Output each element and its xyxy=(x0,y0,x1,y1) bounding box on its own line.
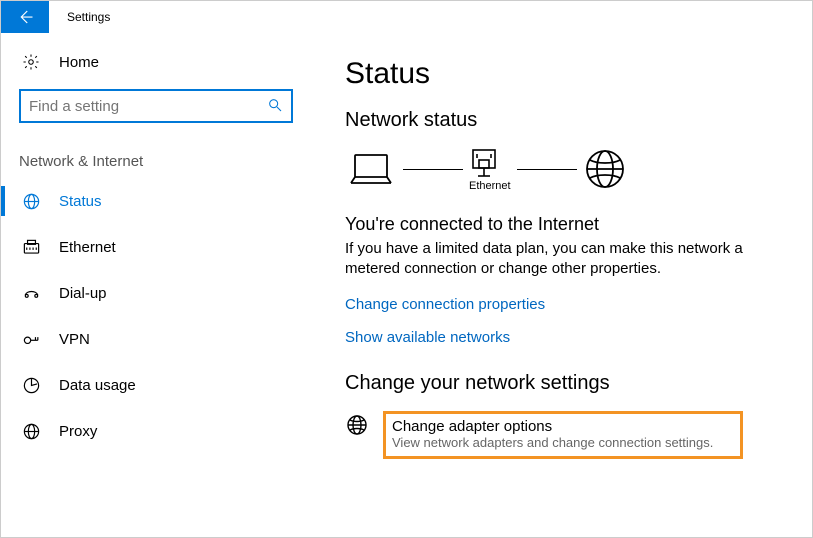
data-usage-icon xyxy=(19,376,43,395)
connection-status-desc: If you have a limited data plan, you can… xyxy=(345,239,772,280)
network-diagram: Ethernet xyxy=(345,146,772,192)
connection-status-heading: You're connected to the Internet xyxy=(345,214,772,235)
change-network-settings-heading: Change your network settings xyxy=(345,372,772,395)
dialup-icon xyxy=(19,284,43,303)
connection-line xyxy=(403,169,463,170)
sidebar: Home Network & Internet Status Ethernet xyxy=(1,33,311,537)
network-status-heading: Network status xyxy=(345,109,772,132)
sidebar-item-label: Data usage xyxy=(59,377,136,394)
router-icon xyxy=(469,146,511,178)
diagram-device-label: Ethernet xyxy=(469,180,511,192)
sidebar-home-label: Home xyxy=(59,54,99,71)
search-input[interactable] xyxy=(29,98,267,115)
sidebar-item-ethernet[interactable]: Ethernet xyxy=(1,224,311,270)
sidebar-item-datausage[interactable]: Data usage xyxy=(1,362,311,408)
sidebar-item-label: VPN xyxy=(59,331,90,348)
ethernet-icon xyxy=(19,238,43,257)
main-content: Status Network status Ethernet You're co… xyxy=(311,33,812,537)
search-icon xyxy=(267,97,283,116)
sidebar-home[interactable]: Home xyxy=(1,45,311,83)
sidebar-item-vpn[interactable]: VPN xyxy=(1,316,311,362)
titlebar: Settings xyxy=(1,1,812,33)
sidebar-item-dialup[interactable]: Dial-up xyxy=(1,270,311,316)
sidebar-item-status[interactable]: Status xyxy=(1,178,311,224)
laptop-icon xyxy=(345,149,397,189)
connection-line xyxy=(517,169,577,170)
sidebar-item-label: Status xyxy=(59,193,102,210)
adapter-option-desc: View network adapters and change connect… xyxy=(392,435,730,451)
back-button[interactable] xyxy=(1,1,49,33)
arrow-left-icon xyxy=(16,8,34,26)
status-icon xyxy=(19,192,43,211)
search-input-container[interactable] xyxy=(19,89,293,123)
page-title: Status xyxy=(345,57,772,91)
adapter-option-title: Change adapter options xyxy=(392,418,730,435)
link-change-connection-properties[interactable]: Change connection properties xyxy=(345,296,545,313)
change-adapter-options-highlight: Change adapter options View network adap… xyxy=(383,411,743,460)
globe-icon xyxy=(583,147,627,191)
gear-icon xyxy=(19,53,43,71)
sidebar-item-proxy[interactable]: Proxy xyxy=(1,408,311,454)
proxy-icon xyxy=(19,422,43,441)
sidebar-item-label: Dial-up xyxy=(59,285,107,302)
link-show-available-networks[interactable]: Show available networks xyxy=(345,329,772,346)
change-adapter-options-row[interactable]: Change adapter options View network adap… xyxy=(345,411,772,460)
window-title: Settings xyxy=(67,10,110,24)
vpn-icon xyxy=(19,330,43,349)
sidebar-group-name: Network & Internet xyxy=(19,153,293,170)
adapter-globe-icon xyxy=(345,413,371,440)
sidebar-item-label: Proxy xyxy=(59,423,97,440)
sidebar-item-label: Ethernet xyxy=(59,239,116,256)
